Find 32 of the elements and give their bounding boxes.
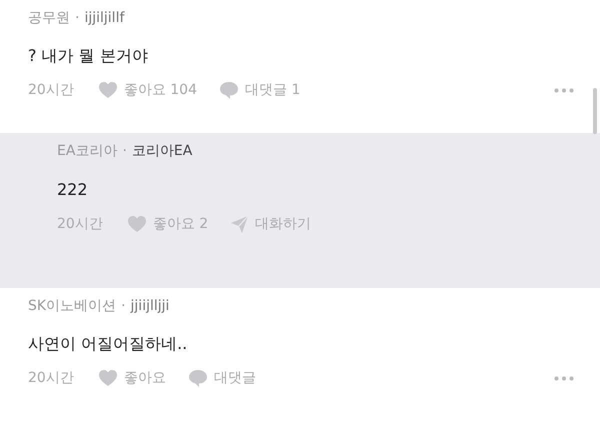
timestamp: 20시간 [57, 215, 103, 233]
heart-icon [98, 81, 118, 99]
heart-icon [126, 215, 147, 233]
timestamp: 20시간 [28, 81, 74, 99]
nickname: 코리아EA [132, 142, 192, 160]
separator-dot: · [75, 10, 80, 26]
separator-dot: · [122, 143, 127, 159]
nickname: jjiijlljji [130, 298, 170, 314]
reply-button[interactable]: 대댓글 1 [219, 80, 300, 100]
like-button[interactable]: 좋아요 104 [98, 81, 197, 99]
paper-plane-icon [230, 214, 250, 234]
chat-button[interactable]: 대화하기 [230, 214, 312, 234]
comment-text: 사연이 어질어질하네.. [28, 333, 188, 355]
like-button[interactable]: 좋아요 2 [126, 215, 208, 233]
more-icon [554, 88, 574, 92]
separator-dot: · [121, 298, 126, 314]
more-icon [554, 376, 574, 380]
comment-text: ? 내가 뭘 본거야 [28, 45, 149, 67]
like-button[interactable]: 좋아요 [98, 369, 166, 387]
more-button[interactable] [554, 376, 574, 380]
reply-button[interactable]: 대댓글 [188, 368, 256, 388]
company-name: EA코리아 [57, 142, 118, 160]
more-button[interactable] [554, 88, 574, 92]
speech-bubble-icon [219, 80, 239, 100]
heart-icon [98, 369, 118, 387]
company-name: SK이노베이션 [28, 297, 116, 315]
company-name: 공무원 [28, 9, 70, 27]
scrollbar[interactable] [593, 88, 597, 134]
speech-bubble-icon [188, 368, 208, 388]
comment-text: 222 [57, 179, 89, 201]
nickname: ijjiljillf [84, 10, 124, 26]
timestamp: 20시간 [28, 369, 74, 387]
